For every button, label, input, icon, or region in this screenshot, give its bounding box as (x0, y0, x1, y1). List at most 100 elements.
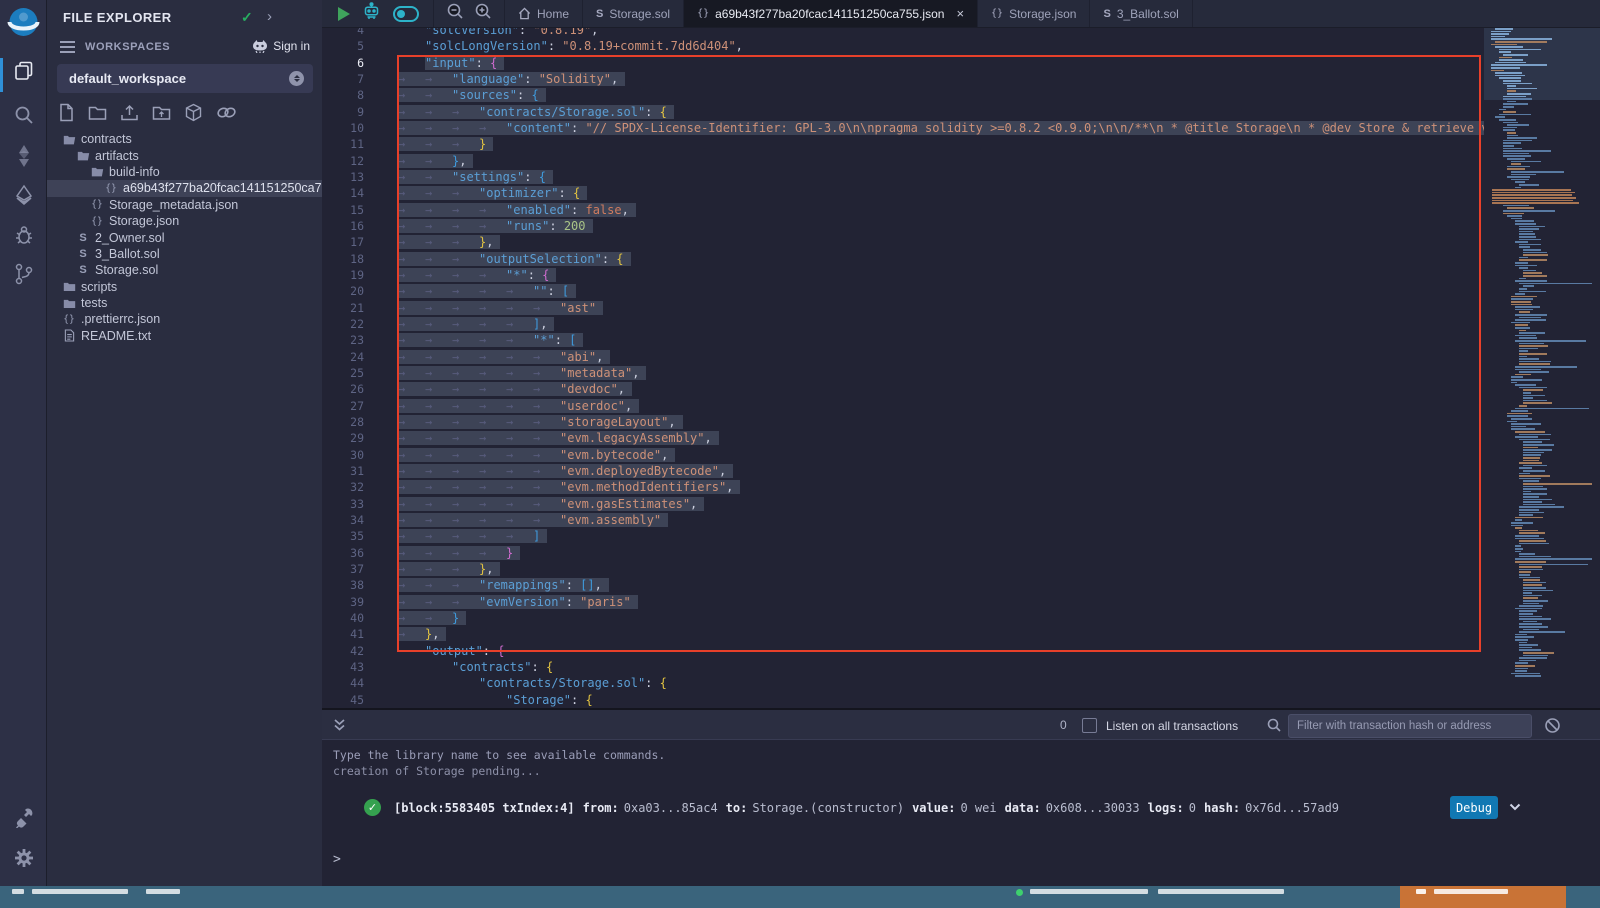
code-editor[interactable]: 4"solcVersion": "0.8.19",5"solcLongVersi… (322, 28, 1600, 708)
minimap-line (1519, 356, 1527, 358)
solidity-file-icon: S (596, 8, 603, 20)
code-line: 11→→→} (322, 136, 1600, 152)
zoom-out-icon[interactable] (446, 2, 464, 25)
minimap-line (1507, 135, 1518, 137)
file-tree: contracts artifactsbuild-info{}a69b43f277… (47, 131, 322, 344)
tab-a69b43f277ba20fcac141151250ca755.json[interactable]: {}a69b43f277ba20fcac141151250ca755.json× (684, 0, 978, 27)
transaction-filter-input[interactable] (1288, 714, 1532, 738)
tab-Home[interactable]: Home (505, 0, 583, 27)
tree-item-Storage.json[interactable]: {}Storage.json (47, 213, 322, 229)
tree-item-label: artifacts (95, 149, 139, 163)
minimap-line (1519, 574, 1530, 576)
tx-field-label: data: (1005, 801, 1041, 815)
tree-item-Storage_metadata.json[interactable]: {}Storage_metadata.json (47, 197, 322, 213)
code-line: 36→→→→} (322, 545, 1600, 561)
minimap-line (1519, 475, 1550, 477)
minimap-line (1515, 548, 1523, 550)
tree-item-tests[interactable]: tests (47, 295, 322, 311)
minimap-line (1519, 288, 1527, 290)
workspace-select[interactable]: default_workspace (57, 64, 313, 93)
minimap-line (1515, 670, 1527, 672)
line-number: 35 (322, 529, 372, 543)
close-tab-icon[interactable]: × (956, 6, 964, 21)
transaction-count-badge: 0 (1060, 718, 1067, 732)
new-file-icon[interactable] (58, 103, 75, 127)
minimap-line (1523, 499, 1552, 501)
chevron-right-icon[interactable]: › (267, 8, 272, 25)
debug-button[interactable]: Debug (1450, 796, 1498, 819)
minimap-line (1503, 83, 1532, 85)
workspaces-menu-icon[interactable] (60, 41, 75, 56)
code-line: 23→→→→→"*": [ (322, 332, 1600, 348)
minimap-line (1507, 93, 1531, 95)
cube-icon[interactable] (184, 103, 203, 127)
git-icon[interactable] (0, 262, 47, 286)
tree-item-README.txt[interactable]: README.txt (47, 328, 322, 344)
tree-item-Storage.sol[interactable]: SStorage.sol (47, 262, 322, 278)
deploy-run-icon[interactable] (0, 184, 47, 208)
search-icon[interactable] (0, 104, 47, 126)
zoom-in-icon[interactable] (474, 2, 492, 25)
minimap-line (1519, 439, 1550, 441)
code-line: 9→→→"contracts/Storage.sol": { (322, 104, 1600, 120)
debugger-icon[interactable] (0, 224, 47, 246)
tree-item-scripts[interactable]: scripts (47, 279, 322, 295)
copilot-toggle[interactable] (393, 6, 419, 22)
minimap-line (1491, 44, 1517, 46)
file-explorer-icon[interactable] (0, 60, 47, 82)
statusbar-alert-badge[interactable] (1400, 886, 1566, 908)
minimap-line (1507, 158, 1525, 160)
line-content: →→→→"enabled": false, (398, 203, 1600, 217)
tab-3_Ballot.sol[interactable]: S3_Ballot.sol (1090, 0, 1192, 27)
tree-item-a69b43f277ba20fcac141151250ca7...[interactable]: {}a69b43f277ba20fcac141151250ca7... (47, 180, 322, 196)
status-bar (0, 886, 1600, 908)
ai-assistant-robot-icon[interactable] (362, 2, 381, 26)
minimap-line (1519, 543, 1549, 545)
plugin-manager-icon[interactable] (0, 806, 47, 828)
tx-field-value: 0xa03...85ac4 (624, 801, 718, 815)
remix-logo-icon[interactable] (0, 7, 47, 43)
transaction-row[interactable]: ✓ [block:5583405 txIndex:4]from:0xa03...… (322, 794, 1600, 824)
minimap-line (1511, 301, 1531, 303)
listen-transactions-checkbox[interactable] (1082, 718, 1097, 733)
tab-Storage.json[interactable]: {}Storage.json (978, 0, 1090, 27)
solidity-compiler-icon[interactable] (0, 144, 47, 168)
tree-item-2_Owner.sol[interactable]: S2_Owner.sol (47, 229, 322, 245)
file-explorer-panel: FILE EXPLORER ✓ › WORKSPACES Sign in def… (47, 0, 322, 886)
line-number: 32 (322, 480, 372, 494)
minimap-line (1507, 90, 1516, 92)
link-icon[interactable] (216, 103, 237, 127)
tree-item-contracts[interactable]: contracts (47, 131, 322, 147)
clear-console-icon[interactable] (1544, 717, 1561, 739)
minimap-line (1523, 600, 1548, 602)
line-content: "solcLongVersion": "0.8.19+commit.7dd6d4… (398, 39, 1600, 53)
tree-item-.prettierrc.json[interactable]: {}.prettierrc.json (47, 311, 322, 327)
tree-item-artifacts[interactable]: artifacts (47, 147, 322, 163)
minimap-line (1515, 280, 1547, 282)
new-folder-icon[interactable] (88, 103, 107, 127)
upload-folder-icon[interactable] (152, 103, 171, 127)
terminal-prompt[interactable]: > (333, 852, 341, 867)
run-script-icon[interactable] (338, 7, 350, 21)
sign-in-button[interactable]: Sign in (252, 39, 310, 53)
line-content: →→→→→→"evm.gasEstimates", (398, 497, 1600, 511)
minimap-line (1523, 582, 1546, 584)
expand-transaction-icon[interactable] (1508, 800, 1522, 819)
settings-gear-icon[interactable] (0, 848, 47, 868)
minimap-line (1519, 649, 1541, 651)
minimap[interactable] (1484, 28, 1600, 708)
minimap-line (1519, 257, 1528, 259)
minimap-line (1519, 462, 1542, 464)
tree-item-build-info[interactable]: build-info (47, 164, 322, 180)
expand-terminal-icon[interactable] (333, 718, 346, 737)
minimap-line (1515, 538, 1544, 540)
code-line: 4"solcVersion": "0.8.19", (322, 28, 1600, 38)
tab-Storage.sol[interactable]: SStorage.sol (583, 0, 684, 27)
minimap-line (1523, 652, 1554, 654)
upload-file-icon[interactable] (120, 103, 139, 127)
minimap-line (1523, 444, 1554, 446)
tree-item-3_Ballot.sol[interactable]: S3_Ballot.sol (47, 246, 322, 262)
code-line: 8→→"sources": { (322, 87, 1600, 103)
json-file-icon: {} (103, 183, 119, 194)
minimap-line (1519, 361, 1551, 363)
